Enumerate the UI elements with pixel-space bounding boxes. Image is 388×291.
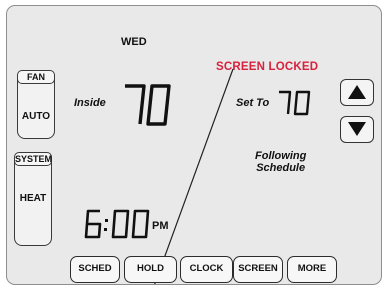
- more-button[interactable]: MORE: [287, 256, 337, 283]
- fan-button[interactable]: FAN AUTO: [17, 70, 55, 139]
- clock-button[interactable]: CLOCK: [180, 256, 233, 283]
- system-value: HEAT: [19, 193, 47, 204]
- divider-line: [154, 68, 234, 284]
- down-arrow-icon: [348, 122, 366, 136]
- screen-button[interactable]: SCREEN: [233, 256, 283, 283]
- schedule-status: Following Schedule: [255, 150, 306, 174]
- schedule-line-2: Schedule: [256, 162, 306, 174]
- set-temperature-digits: [279, 90, 311, 116]
- sched-button[interactable]: SCHED: [70, 256, 120, 283]
- inside-temperature: [119, 82, 171, 128]
- fan-label: FAN: [17, 70, 55, 84]
- thermostat-screen: WED SCREEN LOCKED FAN AUTO SYSTEM HEAT I…: [6, 5, 382, 285]
- day-of-week: WED: [121, 36, 147, 48]
- set-to-label: Set To: [236, 97, 270, 109]
- system-label: SYSTEM: [14, 152, 53, 166]
- schedule-line-1: Following: [255, 150, 307, 162]
- set-temp-value: 70: [7, 6, 8, 7]
- time-period: PM: [152, 220, 169, 232]
- fan-value: AUTO: [21, 111, 51, 122]
- up-arrow-icon: [348, 85, 366, 99]
- temp-up-button[interactable]: [340, 79, 374, 106]
- hold-button[interactable]: HOLD: [124, 256, 177, 283]
- inside-temp-value: 70: [7, 6, 8, 7]
- inside-label: Inside: [74, 97, 106, 109]
- temp-down-button[interactable]: [340, 116, 374, 143]
- system-button[interactable]: SYSTEM HEAT: [14, 152, 52, 246]
- set-temperature: [276, 90, 312, 116]
- inside-temperature-digits: [125, 84, 171, 126]
- screen-locked-status: SCREEN LOCKED: [216, 61, 319, 73]
- time-value: 6:00: [7, 6, 8, 7]
